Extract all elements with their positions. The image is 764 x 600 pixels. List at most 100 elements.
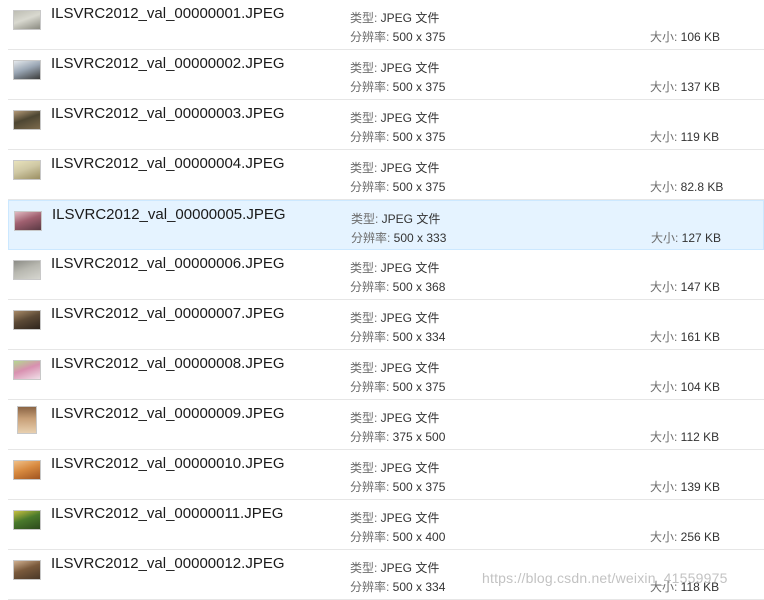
file-name[interactable]: ILSVRC2012_val_00000002.JPEG [51, 55, 285, 72]
file-name[interactable]: ILSVRC2012_val_00000010.JPEG [51, 455, 285, 472]
size-value: 112 KB [680, 430, 720, 444]
resolution-label: 分辨率: [350, 380, 393, 394]
resolution-label: 分辨率: [350, 80, 393, 94]
file-resolution: 分辨率: 500 x 375 [350, 78, 445, 95]
size-label: 大小: [650, 530, 681, 544]
size-value: 106 KB [680, 30, 721, 44]
type-label: 类型: [350, 411, 381, 425]
file-row[interactable]: ILSVRC2012_val_00000011.JPEG 类型: JPEG 文件分… [8, 500, 764, 550]
type-value: JPEG 文件 [380, 411, 440, 425]
resolution-value: 500 x 334 [392, 580, 446, 594]
file-name[interactable]: ILSVRC2012_val_00000006.JPEG [51, 255, 285, 272]
type-label: 类型: [350, 61, 381, 75]
file-row[interactable]: ILSVRC2012_val_00000006.JPEG 类型: JPEG 文件分… [8, 250, 764, 300]
file-row[interactable]: ILSVRC2012_val_00000004.JPEG 类型: JPEG 文件分… [8, 150, 764, 200]
file-row[interactable]: ILSVRC2012_val_00000005.JPEG 类型: JPEG 文件分… [8, 200, 764, 250]
resolution-value: 500 x 375 [392, 480, 446, 494]
image-thumbnail[interactable] [14, 211, 42, 231]
image-thumbnail[interactable] [13, 360, 41, 380]
file-resolution: 分辨率: 375 x 500 [350, 428, 445, 445]
file-type: 类型: JPEG 文件 [350, 459, 439, 476]
file-size: 大小: 139 KB [650, 478, 720, 495]
image-thumbnail[interactable] [17, 406, 37, 434]
size-label: 大小: [650, 480, 681, 494]
type-value: JPEG 文件 [380, 461, 440, 475]
resolution-value: 500 x 333 [393, 231, 447, 245]
file-resolution: 分辨率: 500 x 375 [350, 128, 445, 145]
file-size: 大小: 127 KB [651, 229, 721, 246]
image-thumbnail[interactable] [13, 460, 41, 480]
type-value: JPEG 文件 [380, 111, 440, 125]
type-label: 类型: [350, 161, 381, 175]
type-label: 类型: [351, 212, 382, 226]
type-value: JPEG 文件 [380, 11, 440, 25]
image-thumbnail[interactable] [13, 310, 41, 330]
file-name[interactable]: ILSVRC2012_val_00000012.JPEG [51, 555, 285, 572]
file-name[interactable]: ILSVRC2012_val_00000005.JPEG [52, 206, 286, 223]
file-size: 大小: 82.8 KB [650, 178, 723, 195]
size-label: 大小: [650, 180, 681, 194]
file-row[interactable]: ILSVRC2012_val_00000002.JPEG 类型: JPEG 文件分… [8, 50, 764, 100]
resolution-label: 分辨率: [350, 530, 393, 544]
resolution-value: 375 x 500 [392, 430, 446, 444]
file-row[interactable]: ILSVRC2012_val_00000001.JPEG 类型: JPEG 文件分… [8, 0, 764, 50]
file-row[interactable]: ILSVRC2012_val_00000007.JPEG 类型: JPEG 文件分… [8, 300, 764, 350]
file-resolution: 分辨率: 500 x 334 [350, 578, 445, 595]
file-name[interactable]: ILSVRC2012_val_00000004.JPEG [51, 155, 285, 172]
file-name[interactable]: ILSVRC2012_val_00000011.JPEG [51, 505, 283, 522]
file-resolution: 分辨率: 500 x 375 [350, 178, 445, 195]
file-type: 类型: JPEG 文件 [350, 159, 439, 176]
file-row[interactable]: ILSVRC2012_val_00000003.JPEG 类型: JPEG 文件分… [8, 100, 764, 150]
image-thumbnail[interactable] [13, 110, 41, 130]
size-value: 161 KB [680, 330, 721, 344]
file-size: 大小: 147 KB [650, 278, 720, 295]
size-label: 大小: [650, 430, 681, 444]
image-thumbnail[interactable] [13, 510, 41, 530]
type-value: JPEG 文件 [381, 212, 441, 226]
file-size: 大小: 106 KB [650, 28, 720, 45]
size-label: 大小: [650, 30, 681, 44]
type-label: 类型: [350, 561, 381, 575]
size-label: 大小: [650, 130, 681, 144]
size-value: 104 KB [680, 380, 721, 394]
file-row[interactable]: ILSVRC2012_val_00000009.JPEG 类型: JPEG 文件分… [8, 400, 764, 450]
file-row[interactable]: ILSVRC2012_val_00000008.JPEG 类型: JPEG 文件分… [8, 350, 764, 400]
file-name[interactable]: ILSVRC2012_val_00000007.JPEG [51, 305, 285, 322]
file-resolution: 分辨率: 500 x 333 [351, 229, 446, 246]
type-label: 类型: [350, 511, 381, 525]
resolution-value: 500 x 375 [392, 380, 446, 394]
resolution-value: 500 x 375 [392, 130, 446, 144]
resolution-value: 500 x 375 [392, 80, 446, 94]
file-size: 大小: 161 KB [650, 328, 720, 345]
image-thumbnail[interactable] [13, 160, 41, 180]
resolution-label: 分辨率: [350, 580, 393, 594]
image-thumbnail[interactable] [13, 60, 41, 80]
file-size: 大小: 137 KB [650, 78, 720, 95]
size-value: 119 KB [680, 130, 720, 144]
file-name[interactable]: ILSVRC2012_val_00000001.JPEG [51, 5, 285, 22]
file-resolution: 分辨率: 500 x 375 [350, 478, 445, 495]
size-value: 256 KB [680, 530, 721, 544]
resolution-value: 500 x 375 [392, 30, 446, 44]
file-type: 类型: JPEG 文件 [350, 509, 439, 526]
file-name[interactable]: ILSVRC2012_val_00000008.JPEG [51, 355, 285, 372]
image-thumbnail[interactable] [13, 560, 41, 580]
file-size: 大小: 104 KB [650, 378, 720, 395]
type-value: JPEG 文件 [380, 311, 440, 325]
image-thumbnail[interactable] [13, 260, 41, 280]
file-name[interactable]: ILSVRC2012_val_00000003.JPEG [51, 105, 285, 122]
resolution-value: 500 x 375 [392, 180, 446, 194]
file-type: 类型: JPEG 文件 [350, 9, 439, 26]
size-value: 137 KB [680, 80, 721, 94]
file-name[interactable]: ILSVRC2012_val_00000009.JPEG [51, 405, 285, 422]
file-row[interactable]: ILSVRC2012_val_00000010.JPEG 类型: JPEG 文件分… [8, 450, 764, 500]
file-size: 大小: 256 KB [650, 528, 720, 545]
resolution-label: 分辨率: [350, 430, 393, 444]
file-type: 类型: JPEG 文件 [350, 259, 439, 276]
file-resolution: 分辨率: 500 x 400 [350, 528, 445, 545]
watermark-text: https://blog.csdn.net/weixin_41559975 [482, 570, 728, 586]
type-value: JPEG 文件 [380, 361, 440, 375]
resolution-value: 500 x 334 [392, 330, 446, 344]
image-thumbnail[interactable] [13, 10, 41, 30]
resolution-value: 500 x 368 [392, 280, 446, 294]
